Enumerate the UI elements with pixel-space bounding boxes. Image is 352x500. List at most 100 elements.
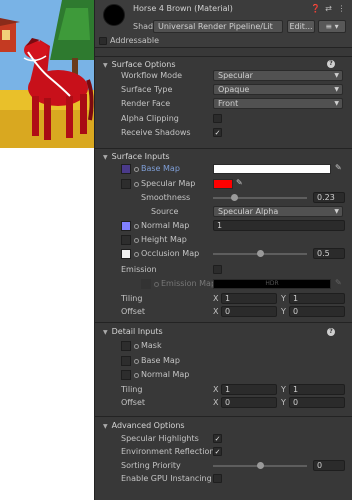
offset-x-field[interactable]: 0 — [221, 306, 277, 317]
preset-icon[interactable]: ⇄ — [324, 4, 333, 13]
sorting-priority-slider-knob[interactable] — [256, 462, 264, 469]
environment-reflections-checkbox[interactable]: ✓ — [213, 447, 222, 456]
surface-inputs-foldout[interactable]: ▼ Surface Inputs — [103, 152, 170, 161]
texture-picker-icon[interactable] — [134, 182, 139, 187]
specular-map-texture-slot[interactable] — [121, 179, 131, 189]
addressable-label: Addressable — [110, 36, 159, 45]
surface-type-value: Opaque — [218, 85, 250, 94]
occlusion-slider-knob[interactable] — [256, 250, 264, 257]
render-face-dropdown[interactable]: Front ▼ — [213, 98, 343, 109]
kebab-menu-icon[interactable]: ⋮ — [337, 4, 346, 13]
normal-strength-field[interactable]: 1 — [213, 220, 345, 231]
surface-type-dropdown[interactable]: Opaque ▼ — [213, 84, 343, 95]
help-icon[interactable]: ? — [327, 60, 335, 68]
workflow-mode-value: Specular — [218, 71, 253, 80]
detail-offset-y-label: Y — [281, 398, 286, 407]
detail-offset-y-field[interactable]: 0 — [289, 397, 345, 408]
alpha-clipping-checkbox[interactable] — [213, 114, 222, 123]
height-map-texture-slot[interactable] — [121, 235, 131, 245]
detail-tiling-y-field[interactable]: 1 — [289, 384, 345, 395]
tiling-x-label: X — [213, 294, 219, 303]
detail-normal-map-texture-slot[interactable] — [121, 370, 131, 380]
addressable-checkbox[interactable] — [99, 37, 107, 45]
workflow-mode-label: Workflow Mode — [121, 71, 183, 80]
emission-map-texture-slot[interactable] — [141, 279, 151, 289]
tiling-y-field[interactable]: 1 — [289, 293, 345, 304]
detail-inputs-title: Detail Inputs — [111, 327, 163, 336]
eyedropper-icon[interactable]: ✎ — [335, 278, 342, 287]
detail-offset-x-field[interactable]: 0 — [221, 397, 277, 408]
texture-picker-icon[interactable] — [154, 282, 159, 287]
environment-reflections-label: Environment Reflections — [121, 447, 219, 456]
sorting-priority-label: Sorting Priority — [121, 461, 181, 470]
detail-mask-texture-slot[interactable] — [121, 341, 131, 351]
shader-edit-button[interactable]: Edit... — [287, 20, 315, 33]
detail-tiling-x-label: X — [213, 385, 219, 394]
surface-inputs-section: ▼ Surface Inputs Base Map ✎ Specular Map … — [95, 148, 352, 322]
texture-picker-icon[interactable] — [134, 373, 139, 378]
specular-highlights-label: Specular Highlights — [121, 434, 199, 443]
gpu-instancing-label: Enable GPU Instancing — [121, 474, 212, 483]
detail-tiling-x-field[interactable]: 1 — [221, 384, 277, 395]
detail-inputs-foldout[interactable]: ▼ Detail Inputs — [103, 327, 163, 336]
texture-picker-icon[interactable] — [134, 224, 139, 229]
sorting-priority-field[interactable]: 0 — [313, 460, 345, 471]
offset-y-field[interactable]: 0 — [289, 306, 345, 317]
texture-picker-icon[interactable] — [134, 167, 139, 172]
normal-map-texture-slot[interactable] — [121, 221, 131, 231]
occlusion-value-field[interactable]: 0.5 — [313, 248, 345, 259]
shader-dropdown[interactable]: Universal Render Pipeline/Lit — [153, 20, 283, 33]
texture-picker-icon[interactable] — [134, 344, 139, 349]
material-inspector: Horse 4 Brown (Material) ❓ ⇄ ⋮ Shader Un… — [94, 0, 352, 500]
chevron-down-icon: ▼ — [334, 86, 339, 93]
tiling-x-field[interactable]: 1 — [221, 293, 277, 304]
texture-picker-icon[interactable] — [134, 359, 139, 364]
smoothness-label: Smoothness — [141, 193, 191, 202]
specular-color-field[interactable] — [213, 179, 233, 189]
receive-shadows-label: Receive Shadows — [121, 128, 191, 137]
detail-normal-map-label: Normal Map — [141, 370, 190, 379]
offset-label: Offset — [121, 307, 146, 316]
detail-inputs-section: ▼ Detail Inputs ? Mask Base Map Normal Ma… — [95, 322, 352, 414]
smoothness-value-field[interactable]: 0.23 — [313, 192, 345, 203]
material-header: Horse 4 Brown (Material) ❓ ⇄ ⋮ Shader Un… — [95, 0, 352, 48]
material-title: Horse 4 Brown (Material) — [133, 4, 233, 13]
smoothness-slider-track[interactable] — [213, 197, 307, 199]
gpu-instancing-checkbox[interactable] — [213, 474, 222, 483]
render-face-label: Render Face — [121, 99, 171, 108]
texture-picker-icon[interactable] — [134, 252, 139, 257]
texture-picker-icon[interactable] — [134, 238, 139, 243]
eyedropper-icon[interactable]: ✎ — [236, 178, 243, 187]
emission-hdr-color-field[interactable]: HDR — [213, 279, 331, 289]
shader-list-button[interactable]: ≡ ▾ — [318, 20, 346, 33]
tiling-y-label: Y — [281, 294, 286, 303]
help-icon[interactable]: ❓ — [311, 4, 321, 13]
advanced-options-section: ▼ Advanced Options Specular Highlights ✓ … — [95, 416, 352, 500]
advanced-options-foldout[interactable]: ▼ Advanced Options — [103, 421, 185, 430]
material-preview-thumbnail — [103, 4, 125, 26]
workflow-mode-dropdown[interactable]: Specular ▼ — [213, 70, 343, 81]
smoothness-slider-knob[interactable] — [231, 194, 239, 201]
foldout-arrow-icon: ▼ — [103, 329, 108, 336]
foldout-arrow-icon: ▼ — [103, 62, 108, 69]
receive-shadows-checkbox[interactable]: ✓ — [213, 128, 222, 137]
offset-x-label: X — [213, 307, 219, 316]
surface-options-foldout[interactable]: ▼ Surface Options — [103, 60, 176, 69]
detail-base-map-texture-slot[interactable] — [121, 356, 131, 366]
emission-checkbox[interactable] — [213, 265, 222, 274]
source-label: Source — [151, 207, 179, 216]
offset-y-label: Y — [281, 307, 286, 316]
base-map-label: Base Map — [141, 164, 180, 173]
occlusion-map-label: Occlusion Map — [141, 249, 200, 258]
normal-map-label: Normal Map — [141, 221, 190, 230]
help-icon[interactable]: ? — [327, 328, 335, 336]
detail-offset-x-label: X — [213, 398, 219, 407]
base-map-texture-slot[interactable] — [121, 164, 131, 174]
detail-tiling-label: Tiling — [121, 385, 143, 394]
specular-highlights-checkbox[interactable]: ✓ — [213, 434, 222, 443]
base-map-color-field[interactable] — [213, 164, 331, 174]
eyedropper-icon[interactable]: ✎ — [335, 163, 342, 172]
horse-scene-image — [0, 0, 94, 148]
occlusion-map-texture-slot[interactable] — [121, 249, 131, 259]
source-dropdown[interactable]: Specular Alpha ▼ — [213, 206, 343, 217]
